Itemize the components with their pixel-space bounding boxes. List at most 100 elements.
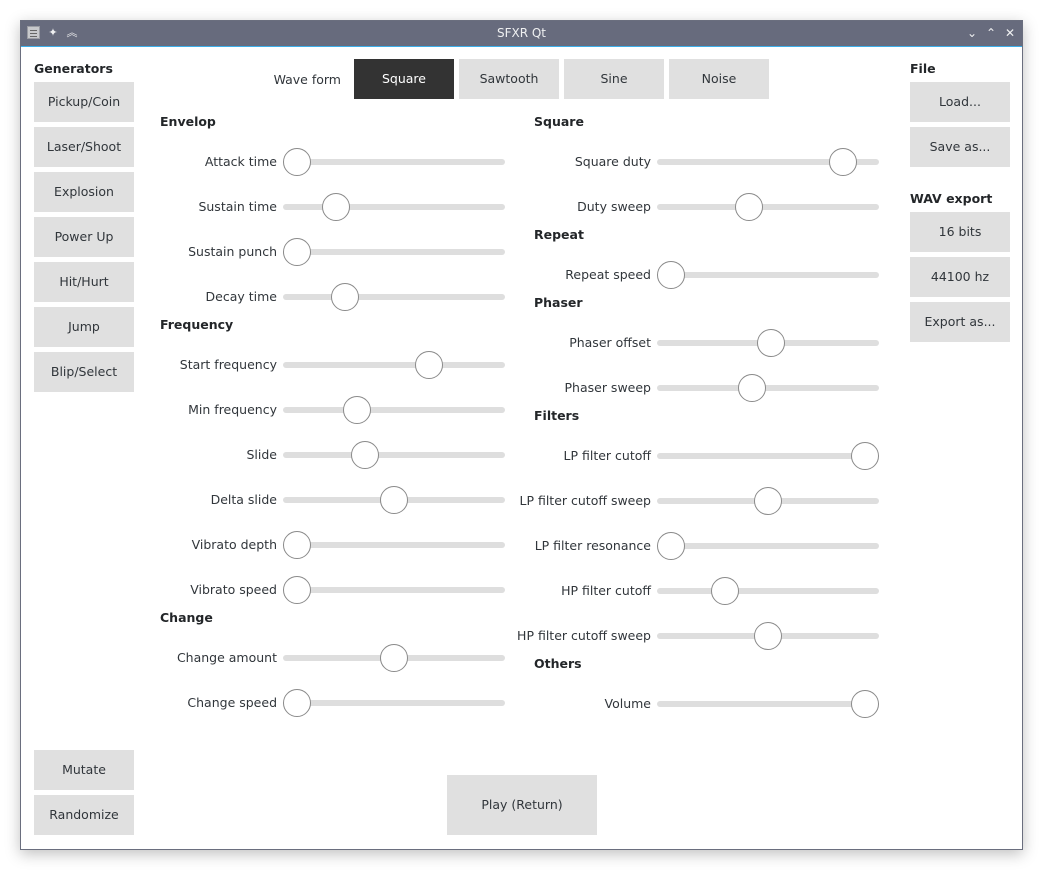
waveform-sine-button[interactable]: Sine <box>564 59 664 99</box>
section-frequency-title: Frequency <box>160 317 234 332</box>
slider-handle[interactable] <box>657 532 685 560</box>
section-repeat-title: Repeat <box>534 227 584 242</box>
slider-phaser-offset[interactable] <box>657 329 879 357</box>
waveform-square-button[interactable]: Square <box>354 59 454 99</box>
title-bar[interactable]: ✦ ︽ SFXR Qt ⌄ ⌃ ✕ <box>21 21 1022 47</box>
slider-start-frequency[interactable] <box>283 351 505 379</box>
slider-track[interactable] <box>657 543 879 549</box>
slider-label-lp-filter-cutoff: LP filter cutoff <box>563 448 651 463</box>
slider-label-change-amount: Change amount <box>176 650 277 665</box>
slider-handle[interactable] <box>283 689 311 717</box>
slider-duty-sweep[interactable] <box>657 193 879 221</box>
close-icon[interactable]: ✕ <box>1002 25 1018 41</box>
slider-repeat-speed[interactable] <box>657 261 879 289</box>
slider-label-start-frequency: Start frequency <box>179 357 277 372</box>
slider-label-volume: Volume <box>604 696 652 711</box>
slider-lp-filter-cutoff-sweep[interactable] <box>657 487 879 515</box>
section-square-title: Square <box>534 114 584 129</box>
slider-handle[interactable] <box>331 283 359 311</box>
slider-handle[interactable] <box>380 486 408 514</box>
section-change-title: Change <box>160 610 213 625</box>
slider-handle[interactable] <box>283 148 311 176</box>
slider-handle[interactable] <box>322 193 350 221</box>
slider-track[interactable] <box>657 204 879 210</box>
slider-label-sustain-punch: Sustain punch <box>188 244 277 259</box>
slider-label-min-frequency: Min frequency <box>188 402 277 417</box>
slider-handle[interactable] <box>757 329 785 357</box>
slider-label-lp-filter-cutoff-sweep: LP filter cutoff sweep <box>519 493 651 508</box>
waveform-label: Wave form <box>273 72 341 87</box>
slider-handle[interactable] <box>283 576 311 604</box>
generators-title: Generators <box>34 61 113 76</box>
play-button[interactable]: Play (Return) <box>447 775 597 835</box>
generator-pickup-coin-button[interactable]: Pickup/Coin <box>34 82 134 122</box>
slider-label-attack-time: Attack time <box>204 154 277 169</box>
slider-handle[interactable] <box>735 193 763 221</box>
slider-decay-time[interactable] <box>283 283 505 311</box>
slider-handle[interactable] <box>343 396 371 424</box>
slider-track[interactable] <box>283 407 505 413</box>
minimize-icon[interactable]: ⌄ <box>964 25 980 41</box>
slider-track[interactable] <box>283 362 505 368</box>
slider-label-square-duty: Square duty <box>574 154 651 169</box>
mutate-button[interactable]: Mutate <box>34 750 134 790</box>
randomize-button[interactable]: Randomize <box>34 795 134 835</box>
slider-label-hp-filter-cutoff: HP filter cutoff <box>561 583 651 598</box>
slider-label-duty-sweep: Duty sweep <box>577 199 651 214</box>
section-others-title: Others <box>534 656 582 671</box>
slider-track[interactable] <box>283 294 505 300</box>
slider-handle[interactable] <box>415 351 443 379</box>
slider-square-duty[interactable] <box>657 148 879 176</box>
slider-label-phaser-sweep: Phaser sweep <box>564 380 652 395</box>
load-button[interactable]: Load... <box>910 82 1010 122</box>
generator-jump-button[interactable]: Jump <box>34 307 134 347</box>
slider-min-frequency[interactable] <box>283 396 505 424</box>
slider-phaser-sweep[interactable] <box>657 374 879 402</box>
slider-track[interactable] <box>657 588 879 594</box>
section-envelop-title: Envelop <box>160 114 216 129</box>
slider-handle[interactable] <box>851 442 879 470</box>
slider-change-amount[interactable] <box>283 644 505 672</box>
slider-label-hp-filter-cutoff-sweep: HP filter cutoff sweep <box>517 628 651 643</box>
section-phaser-title: Phaser <box>534 295 583 310</box>
slider-hp-filter-cutoff-sweep[interactable] <box>657 622 879 650</box>
file-title: File <box>910 61 936 76</box>
slider-handle[interactable] <box>754 622 782 650</box>
slider-track[interactable] <box>657 385 879 391</box>
slider-label-delta-slide: Delta slide <box>210 492 277 507</box>
slider-label-sustain-time: Sustain time <box>198 199 277 214</box>
slider-track[interactable] <box>283 249 505 255</box>
slider-sustain-punch[interactable] <box>283 238 505 266</box>
slider-lp-filter-resonance[interactable] <box>657 532 879 560</box>
slider-label-vibrato-speed: Vibrato speed <box>190 582 277 597</box>
app-window: ✦ ︽ SFXR Qt ⌄ ⌃ ✕ Generators Pickup/Coin… <box>20 20 1023 850</box>
export-as-button[interactable]: Export as... <box>910 302 1010 342</box>
slider-label-slide: Slide <box>246 447 277 462</box>
sample-rate-button[interactable]: 44100 hz <box>910 257 1010 297</box>
waveform-noise-button[interactable]: Noise <box>669 59 769 99</box>
slider-handle[interactable] <box>657 261 685 289</box>
slider-label-vibrato-depth: Vibrato depth <box>191 537 277 552</box>
slider-hp-filter-cutoff[interactable] <box>657 577 879 605</box>
save-as-button[interactable]: Save as... <box>910 127 1010 167</box>
slider-handle[interactable] <box>711 577 739 605</box>
slider-label-change-speed: Change speed <box>187 695 277 710</box>
slider-handle[interactable] <box>754 487 782 515</box>
slider-volume[interactable] <box>657 690 879 718</box>
slider-track[interactable] <box>657 272 879 278</box>
slider-lp-filter-cutoff[interactable] <box>657 442 879 470</box>
slider-handle[interactable] <box>283 238 311 266</box>
slider-track[interactable] <box>657 701 879 707</box>
section-filters-title: Filters <box>534 408 580 423</box>
slider-handle[interactable] <box>738 374 766 402</box>
bits-button[interactable]: 16 bits <box>910 212 1010 252</box>
slider-handle[interactable] <box>380 644 408 672</box>
waveform-sawtooth-button[interactable]: Sawtooth <box>459 59 559 99</box>
slider-handle[interactable] <box>851 690 879 718</box>
slider-handle[interactable] <box>351 441 379 469</box>
maximize-icon[interactable]: ⌃ <box>983 25 999 41</box>
slider-handle[interactable] <box>829 148 857 176</box>
main-content: Generators Pickup/Coin Laser/Shoot Explosi… <box>21 47 1022 849</box>
slider-track[interactable] <box>657 453 879 459</box>
slider-handle[interactable] <box>283 531 311 559</box>
